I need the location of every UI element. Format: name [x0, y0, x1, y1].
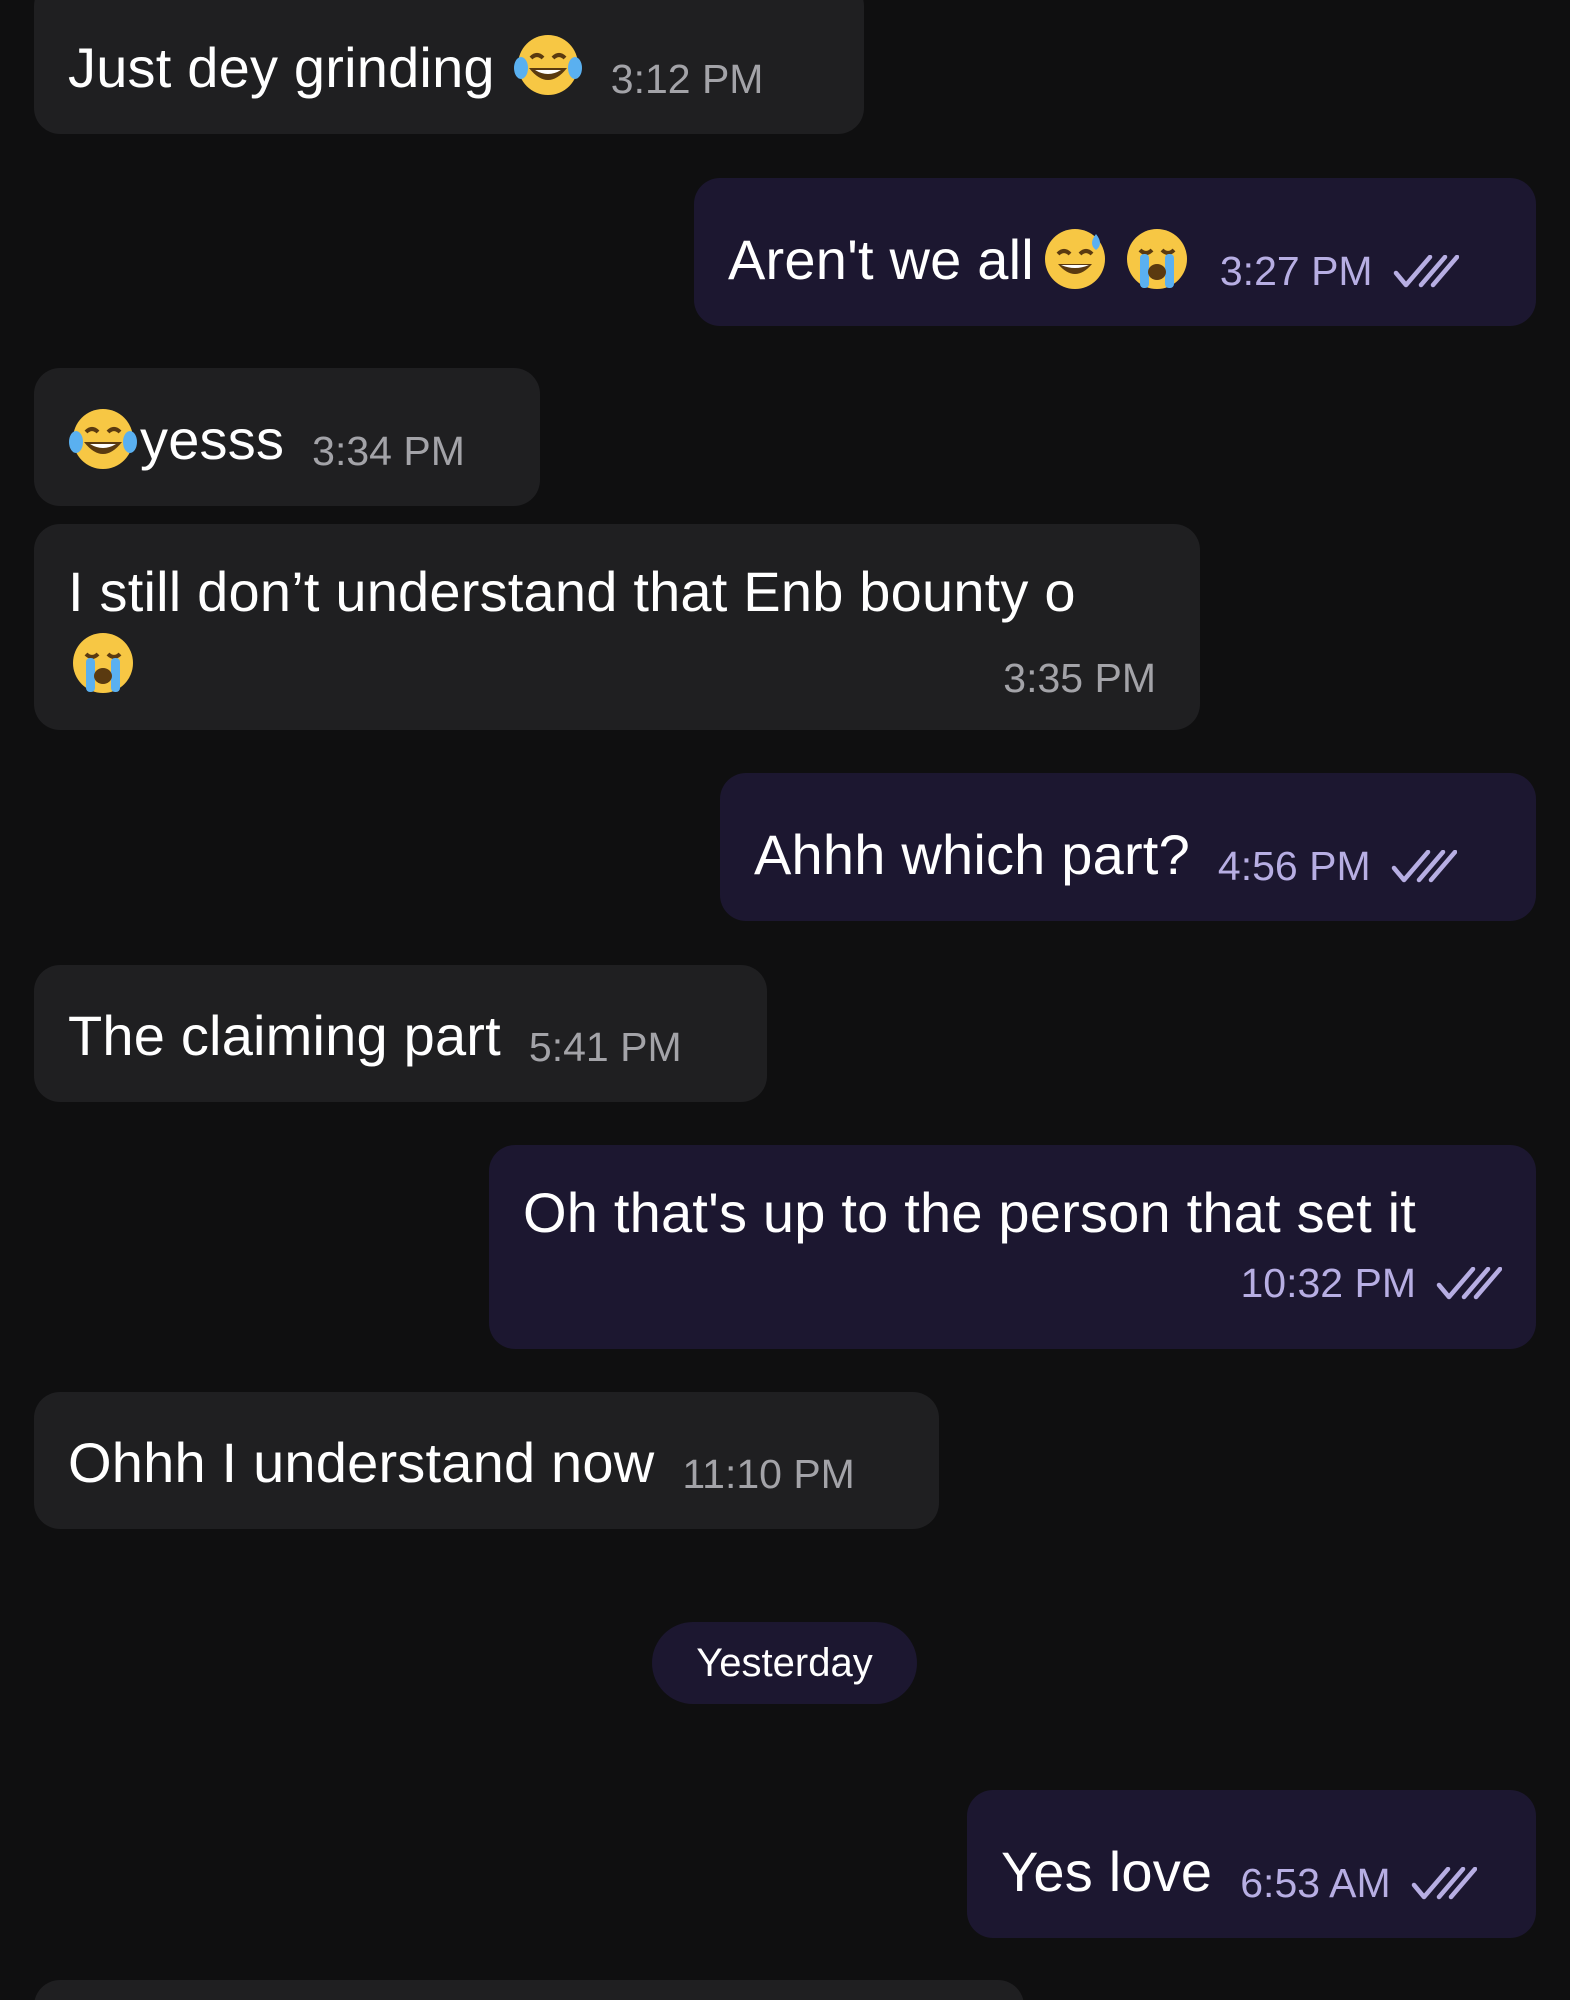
- message-bubble-outgoing[interactable]: Aren't we all 3:27 PM: [694, 178, 1536, 326]
- message-time: 3:35 PM: [1003, 655, 1156, 701]
- message-time: 4:56 PM: [1217, 843, 1371, 889]
- message-bubble-incoming[interactable]: I still don’t understand that Enb bounty…: [34, 524, 1200, 730]
- message-time: 10:32 PM: [1240, 1260, 1417, 1306]
- date-separator: Yesterday: [652, 1622, 917, 1704]
- message-text: The claiming part: [68, 1004, 501, 1067]
- double-check-icon: [1393, 254, 1459, 287]
- message-bubble-incoming[interactable]: The claiming part 5:41 PM: [34, 965, 767, 1102]
- message-text: Yes love: [1001, 1840, 1213, 1903]
- date-separator-label: Yesterday: [696, 1640, 873, 1685]
- double-check-icon: [1391, 849, 1457, 882]
- double-check-icon: [1411, 1866, 1477, 1899]
- message-text: Aren't we all: [728, 228, 1034, 291]
- message-time: 11:10 PM: [682, 1451, 855, 1497]
- message-text: Just dey grinding: [68, 36, 495, 99]
- message-bubble-incoming[interactable]: Just dey grinding 3:12 PM: [34, 0, 864, 134]
- message-text: yesss: [140, 408, 285, 471]
- message-bubble-outgoing[interactable]: Ahhh which part? 4:56 PM: [720, 773, 1536, 921]
- message-bubble-outgoing[interactable]: Yes love 6:53 AM: [967, 1790, 1536, 1938]
- message-time: 3:34 PM: [312, 428, 465, 474]
- message-time: 3:27 PM: [1219, 248, 1373, 294]
- loudly-crying-face-icon: [68, 628, 138, 698]
- message-text: Ahhh which part?: [754, 823, 1190, 886]
- face-with-tears-of-joy-icon: [513, 30, 583, 100]
- message-time: 5:41 PM: [528, 1024, 682, 1070]
- message-text: Ohhh I understand now: [68, 1431, 655, 1494]
- grinning-face-with-sweat-icon: [1040, 224, 1110, 294]
- message-bubble-outgoing[interactable]: Oh that's up to the person that set it 1…: [489, 1145, 1536, 1349]
- message-bubble-incoming[interactable]: Ohhh I understand now 11:10 PM: [34, 1392, 939, 1529]
- double-check-icon: [1436, 1266, 1502, 1299]
- message-time: 3:12 PM: [610, 56, 764, 102]
- face-with-tears-of-joy-icon: [68, 404, 138, 474]
- loudly-crying-face-icon: [1122, 224, 1192, 294]
- message-text: Oh that's up to the person that set it: [523, 1181, 1417, 1244]
- message-bubble-incoming-partial[interactable]: [34, 1980, 1024, 2000]
- message-bubble-incoming[interactable]: yesss 3:34 PM: [34, 368, 540, 506]
- message-text: I still don’t understand that Enb bounty…: [68, 560, 1076, 623]
- message-time: 6:53 AM: [1240, 1860, 1391, 1906]
